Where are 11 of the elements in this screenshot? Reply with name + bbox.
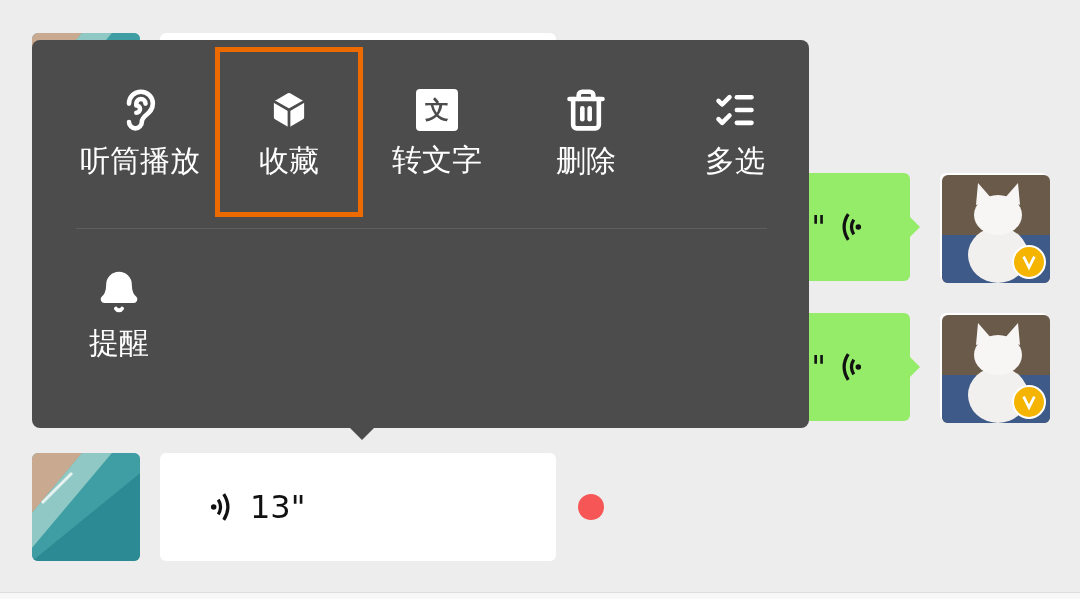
menu-item[interactable]: 提醒 <box>43 229 194 399</box>
menu-item[interactable]: 多选 <box>660 47 809 217</box>
voice-bubble[interactable]: 13" <box>160 453 556 561</box>
voice-duration: 13" <box>250 487 306 528</box>
text-icon: 文 <box>416 89 459 131</box>
menu-item[interactable]: 收藏 <box>214 47 364 217</box>
voice-duration: " <box>811 207 826 248</box>
menu-item[interactable]: 文 转文字 <box>363 47 512 217</box>
voice-duration: " <box>811 347 826 388</box>
menu-item[interactable]: 删除 <box>511 47 661 217</box>
menu-item[interactable]: 听筒播放 <box>66 47 215 217</box>
